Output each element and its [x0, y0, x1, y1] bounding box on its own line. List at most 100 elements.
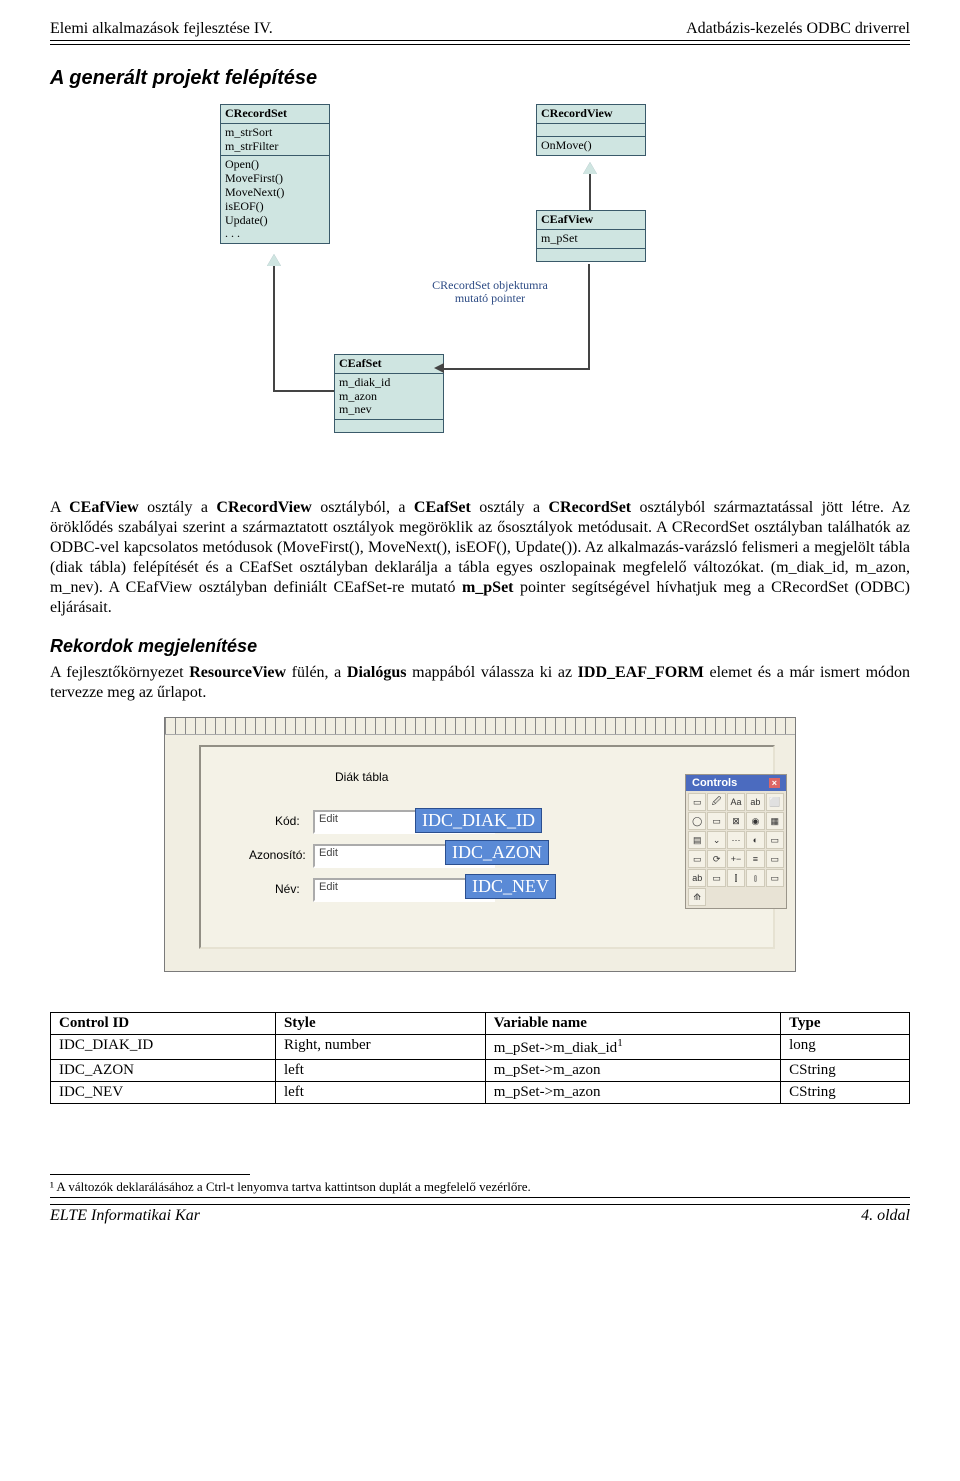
- uml-generalization-triangle: [583, 162, 597, 174]
- label-nev: Név:: [275, 882, 300, 896]
- toolbox-title: Controls: [692, 777, 737, 789]
- table-cell: IDC_DIAK_ID: [51, 1035, 276, 1060]
- section-title-1: A generált projekt felépítése: [50, 67, 910, 90]
- tool-icon[interactable]: ⊠: [727, 812, 745, 830]
- uml-class-crecordset: CRecordSet m_strSort m_strFilter Open() …: [220, 104, 330, 244]
- table-cell: m_pSet->m_azon: [485, 1060, 780, 1082]
- table-row: IDC_NEVleftm_pSet->m_azonCString: [51, 1082, 910, 1104]
- uml-attrs: m_diak_id m_azon m_nev: [335, 374, 443, 420]
- toolbox-grid: ▭🖉Aaab⬜◯▭⊠◉▦▤⌄⋯◐▭▭⟳+−≡▭ab▭⫿⫾▭⟰: [686, 791, 786, 908]
- group-label: Diák tábla: [335, 770, 388, 784]
- id-tag-nev: IDC_NEV: [465, 874, 556, 899]
- tool-icon[interactable]: ▭: [707, 812, 725, 830]
- table-cell: long: [781, 1035, 910, 1060]
- table-cell: CString: [781, 1082, 910, 1104]
- tool-icon[interactable]: ▭: [707, 869, 725, 887]
- tool-icon[interactable]: 🖉: [707, 793, 725, 811]
- section-title-2: Rekordok megjelenítése: [50, 636, 910, 657]
- tool-icon[interactable]: ≡: [746, 850, 764, 868]
- page-footer: ELTE Informatikai Kar 4. oldal: [50, 1204, 910, 1225]
- uml-ops: OnMove(): [537, 137, 645, 155]
- tool-icon[interactable]: ◯: [688, 812, 706, 830]
- tool-icon[interactable]: ▭: [766, 831, 784, 849]
- th-type: Type: [781, 1013, 910, 1035]
- uml-line: [273, 390, 334, 392]
- table-cell: IDC_AZON: [51, 1060, 276, 1082]
- tool-icon[interactable]: ▤: [688, 831, 706, 849]
- tool-icon[interactable]: ▭: [766, 869, 784, 887]
- tool-icon[interactable]: +−: [727, 850, 745, 868]
- uml-ops: Open() MoveFirst() MoveNext() isEOF() Up…: [221, 156, 329, 243]
- text: mappából válassza ki az: [407, 664, 578, 681]
- property-table: Control ID Style Variable name Type IDC_…: [50, 1012, 910, 1104]
- tool-icon[interactable]: ⌄: [707, 831, 725, 849]
- footnote-rule: [50, 1174, 250, 1175]
- uml-diagram: CRecordSet m_strSort m_strFilter Open() …: [220, 104, 910, 494]
- table-cell: IDC_NEV: [51, 1082, 276, 1104]
- uml-empty: [335, 420, 443, 432]
- uml-head: CEafSet: [335, 355, 443, 374]
- table-cell: Right, number: [275, 1035, 485, 1060]
- toolbox-title-bar: Controls ×: [686, 775, 786, 791]
- bold-m-pset: m_pSet: [462, 579, 514, 596]
- header-left: Elemi alkalmazások fejlesztése IV.: [50, 20, 273, 38]
- table-row: IDC_DIAK_IDRight, numberm_pSet->m_diak_i…: [51, 1035, 910, 1060]
- uml-head: CRecordView: [537, 105, 645, 124]
- uml-note: CRecordSet objektumra mutató pointer: [425, 279, 555, 305]
- header-right: Adatbázis-kezelés ODBC driverrel: [686, 20, 910, 38]
- text: A: [50, 499, 69, 516]
- uml-line: [589, 174, 591, 210]
- uml-class-ceafset: CEafSet m_diak_id m_azon m_nev: [334, 354, 444, 433]
- bold: IDD_EAF_FORM: [578, 664, 704, 681]
- tool-icon[interactable]: ⫿: [727, 869, 745, 887]
- uml-line: [442, 368, 590, 370]
- table-head-row: Control ID Style Variable name Type: [51, 1013, 910, 1035]
- bold: ResourceView: [189, 664, 286, 681]
- tool-icon[interactable]: ▭: [688, 850, 706, 868]
- tool-icon[interactable]: ◉: [746, 812, 764, 830]
- id-tag-azon: IDC_AZON: [445, 840, 549, 865]
- th-varname: Variable name: [485, 1013, 780, 1035]
- tool-icon[interactable]: Aa: [727, 793, 745, 811]
- dialog-designer-screenshot: Diák tábla Kód: Azonosító: Név: Edit Edi…: [164, 717, 796, 972]
- footer-left: ELTE Informatikai Kar: [50, 1207, 200, 1225]
- uml-line: [273, 266, 275, 390]
- text: fülén, a: [286, 664, 347, 681]
- tool-icon[interactable]: ab: [688, 869, 706, 887]
- uml-generalization-triangle: [267, 254, 281, 266]
- bold: Dialógus: [347, 664, 407, 681]
- id-tag-diak: IDC_DIAK_ID: [415, 808, 542, 833]
- uml-class-ceafview: CEafView m_pSet: [536, 210, 646, 262]
- tool-icon[interactable]: ⋯: [727, 831, 745, 849]
- table-cell: CString: [781, 1060, 910, 1082]
- uml-attrs: m_strSort m_strFilter: [221, 124, 329, 157]
- ruler: [165, 718, 795, 735]
- uml-line: [588, 264, 590, 370]
- th-control-id: Control ID: [51, 1013, 276, 1035]
- footer-right: 4. oldal: [861, 1207, 910, 1225]
- uml-head: CEafView: [537, 211, 645, 230]
- tool-icon[interactable]: ▭: [688, 793, 706, 811]
- table-cell: m_pSet->m_diak_id1: [485, 1035, 780, 1060]
- tool-icon[interactable]: ◐: [746, 831, 764, 849]
- controls-toolbox: Controls × ▭🖉Aaab⬜◯▭⊠◉▦▤⌄⋯◐▭▭⟳+−≡▭ab▭⫿⫾▭…: [685, 774, 787, 909]
- tool-icon[interactable]: ⫾: [746, 869, 764, 887]
- tool-icon[interactable]: ⟰: [688, 888, 706, 906]
- label-kod: Kód:: [275, 814, 300, 828]
- uml-arrowhead: [434, 363, 444, 373]
- table-cell: left: [275, 1082, 485, 1104]
- paragraph-2: A fejlesztőkörnyezet ResourceView fülén,…: [50, 663, 910, 703]
- tool-icon[interactable]: ab: [746, 793, 764, 811]
- uml-attrs: m_pSet: [537, 230, 645, 249]
- close-icon[interactable]: ×: [769, 778, 780, 788]
- tool-icon[interactable]: ⬜: [766, 793, 784, 811]
- page-header: Elemi alkalmazások fejlesztése IV. Adatb…: [50, 20, 910, 40]
- uml-class-crecordview: CRecordView OnMove(): [536, 104, 646, 156]
- tool-icon[interactable]: ▦: [766, 812, 784, 830]
- footnote: ¹ A változók deklarálásához a Ctrl-t len…: [50, 1179, 910, 1195]
- text: A fejlesztőkörnyezet: [50, 664, 189, 681]
- tool-icon[interactable]: ▭: [766, 850, 784, 868]
- header-rule: [50, 40, 910, 45]
- uml-head: CRecordSet: [221, 105, 329, 124]
- tool-icon[interactable]: ⟳: [707, 850, 725, 868]
